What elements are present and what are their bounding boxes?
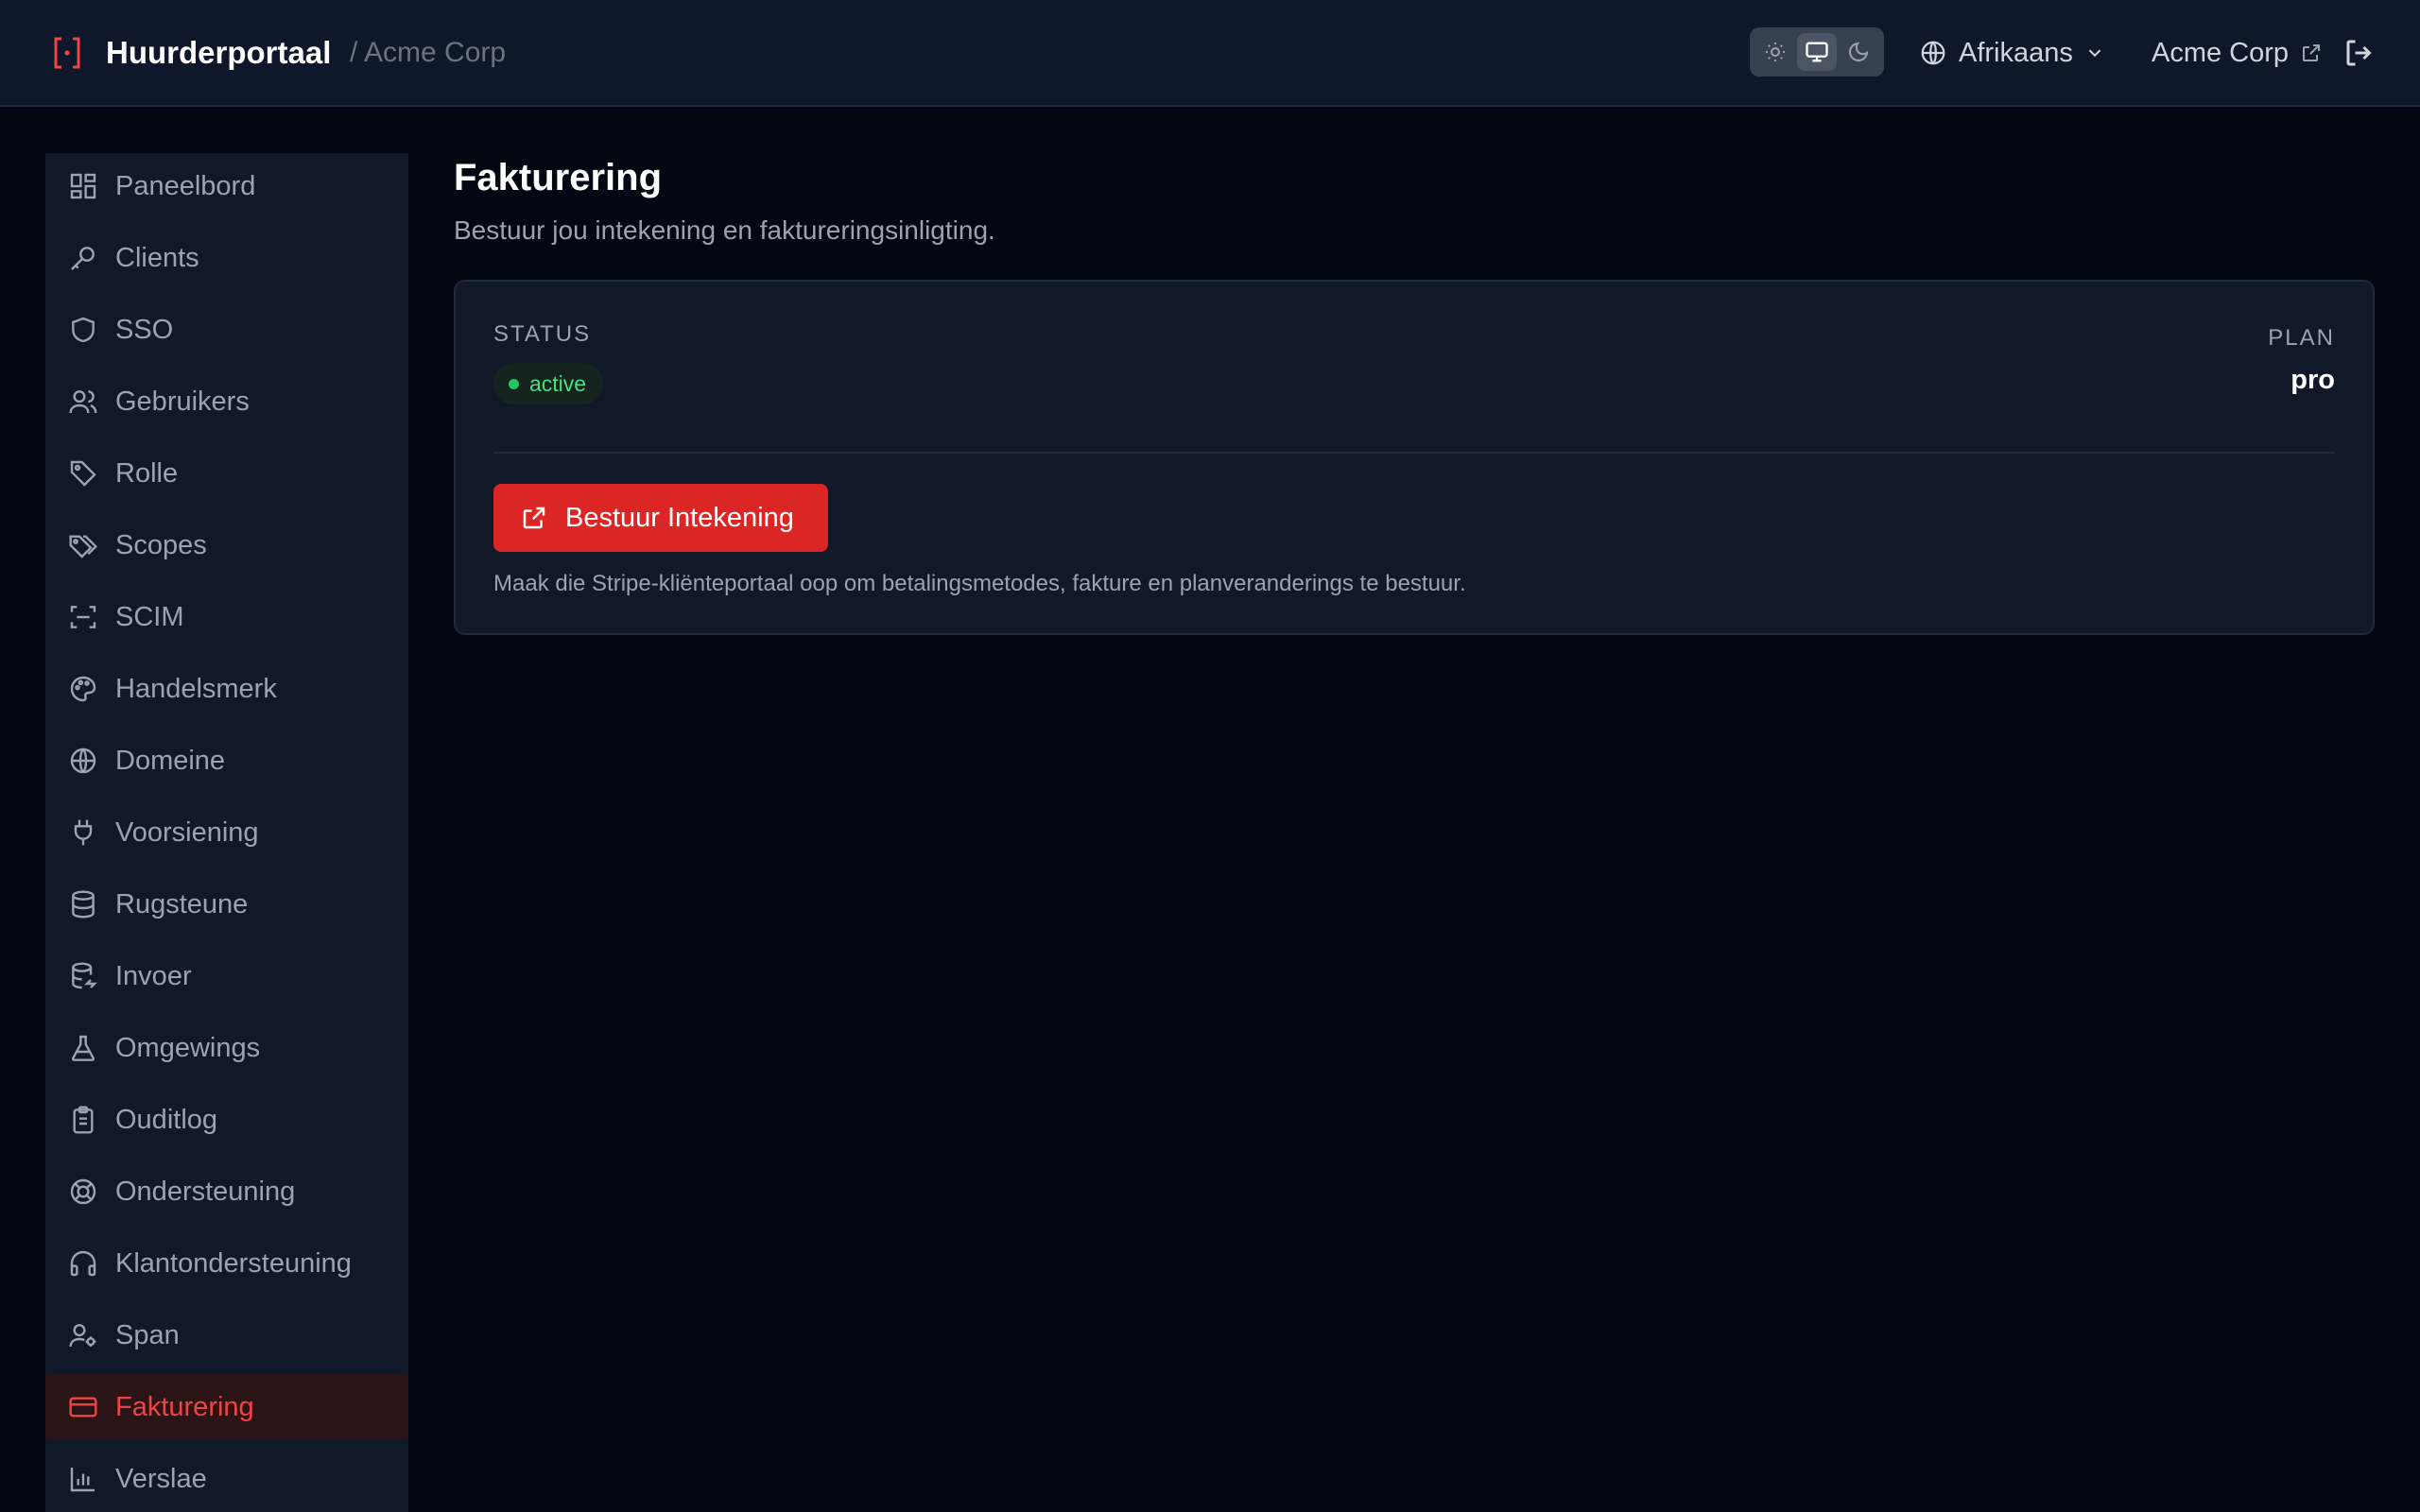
database-import-icon	[72, 962, 97, 989]
manage-subscription-label: Bestuur Intekening	[565, 502, 794, 533]
sidebar-item-label: Ondersteuning	[115, 1176, 296, 1207]
logout-icon[interactable]	[2342, 36, 2377, 70]
sidebar-item-sso[interactable]: SSO	[45, 297, 408, 363]
external-link-icon	[523, 507, 545, 529]
sidebar-item-label: Fakturering	[115, 1391, 254, 1422]
sidebar-item-span[interactable]: Span	[45, 1302, 408, 1368]
sidebar-item-rugsteune[interactable]: Rugsteune	[45, 871, 408, 937]
sidebar-item-omgewings[interactable]: Omgewings	[45, 1015, 408, 1081]
sidebar-item-label: Ouditlog	[115, 1104, 218, 1135]
theme-switcher	[1750, 27, 1884, 77]
sidebar-item-label: Scopes	[115, 529, 207, 560]
status-label: STATUS	[493, 321, 592, 347]
sidebar-item-verslae[interactable]: Verslae	[45, 1446, 408, 1512]
scan-icon	[70, 606, 96, 628]
sidebar-item-clients[interactable]: Clients	[45, 225, 408, 291]
tenant-link-label: Acme Corp	[2152, 37, 2290, 68]
sidebar-item-label: Invoer	[115, 960, 192, 991]
page-subtitle: Bestuur jou intekening en faktureringsin…	[454, 215, 995, 245]
tenant-breadcrumb: / Acme Corp	[350, 37, 507, 68]
brand-title[interactable]: Huurderportaal	[106, 34, 331, 72]
sidebar-item-rolle[interactable]: Rolle	[45, 440, 408, 507]
globe-icon	[70, 747, 96, 774]
sidebar-item-ondersteuning[interactable]: Ondersteuning	[45, 1159, 408, 1225]
sidebar-item-label: Voorsiening	[115, 816, 259, 848]
theme-dark-button[interactable]	[1839, 33, 1878, 71]
sidebar-item-label: Gebruikers	[115, 386, 250, 417]
sun-icon	[1766, 43, 1785, 61]
sidebar-item-label: Clients	[115, 242, 199, 273]
sidebar-item-label: Handelsmerk	[115, 673, 277, 704]
sidebar-item-label: Paneelbord	[115, 170, 256, 201]
credit-card-icon	[69, 1397, 97, 1418]
flask-icon	[71, 1035, 95, 1061]
sidebar-item-label: Omgewings	[115, 1032, 261, 1063]
lifebuoy-icon	[70, 1178, 96, 1205]
brand-logo-icon	[54, 37, 80, 69]
globe-icon	[1921, 41, 1945, 65]
headphones-icon	[70, 1250, 96, 1277]
sidebar-item-domeine[interactable]: Domeine	[45, 728, 408, 794]
page-title: Fakturering	[454, 157, 663, 198]
users-icon	[69, 390, 97, 414]
plan-value: pro	[2290, 365, 2335, 395]
monitor-icon	[1806, 42, 1828, 62]
chevron-down-icon	[2088, 49, 2101, 58]
sidebar-item-label: SCIM	[115, 601, 184, 632]
plug-icon	[74, 819, 93, 846]
sidebar-item-scim[interactable]: SCIM	[45, 584, 408, 650]
sidebar-item-label: Span	[115, 1319, 180, 1350]
sidebar-item-ouditlog[interactable]: Ouditlog	[45, 1087, 408, 1153]
sidebar-item-invoer[interactable]: Invoer	[45, 943, 408, 1009]
status-badge: active	[493, 363, 604, 404]
tags-icon	[69, 535, 98, 558]
sidebar-item-label: Rolle	[115, 457, 179, 489]
clipboard-icon	[73, 1106, 94, 1134]
divider	[493, 452, 2335, 454]
sidebar-item-label: Klantondersteuning	[115, 1247, 352, 1279]
bar-chart-icon	[70, 1468, 95, 1492]
palette-icon	[70, 676, 96, 702]
plan-label: PLAN	[2268, 325, 2335, 351]
language-selector[interactable]: Afrikaans	[1919, 32, 2105, 74]
moon-icon	[1849, 42, 1869, 61]
billing-card: STATUS active PLAN pro Bestuur Intekenin…	[454, 280, 2375, 635]
tag-icon	[70, 460, 96, 487]
sidebar-item-label: SSO	[115, 314, 174, 345]
sidebar-item-scopes[interactable]: Scopes	[45, 512, 408, 578]
tenant-link[interactable]: Acme Corp	[2152, 32, 2323, 74]
theme-system-button[interactable]	[1797, 33, 1837, 71]
language-label: Afrikaans	[1959, 37, 2073, 68]
sidebar-item-handelsmerk[interactable]: Handelsmerk	[45, 656, 408, 722]
shield-icon	[72, 317, 95, 343]
external-link-icon	[2303, 44, 2321, 61]
user-cog-icon	[69, 1324, 96, 1348]
sidebar-item-label: Domeine	[115, 745, 226, 776]
status-value: active	[529, 370, 587, 396]
key-icon	[71, 247, 95, 270]
sidebar-item-label: Verslae	[115, 1463, 207, 1494]
database-icon	[72, 890, 95, 919]
sidebar-item-gebruikers[interactable]: Gebruikers	[45, 369, 408, 435]
sidebar-item-fakturering[interactable]: Fakturering	[45, 1374, 408, 1440]
sidebar-item-klantondersteuning[interactable]: Klantondersteuning	[45, 1230, 408, 1297]
sidebar-item-voorsiening[interactable]: Voorsiening	[45, 799, 408, 866]
top-bar: Huurderportaal / Acme Corp Afrikaans Acm…	[0, 0, 2420, 107]
status-dot-icon	[509, 379, 519, 389]
sidebar-nav: Paneelbord Clients SSO Gebruikers Rolle …	[45, 153, 408, 1512]
dashboard-icon	[70, 173, 96, 199]
theme-light-button[interactable]	[1755, 33, 1795, 71]
sidebar-item-paneelbord[interactable]: Paneelbord	[45, 153, 408, 219]
portal-hint: Maak die Stripe-kliënteportaal oop om be…	[493, 571, 1466, 596]
manage-subscription-button[interactable]: Bestuur Intekening	[493, 484, 828, 552]
sidebar-item-label: Rugsteune	[115, 888, 249, 919]
